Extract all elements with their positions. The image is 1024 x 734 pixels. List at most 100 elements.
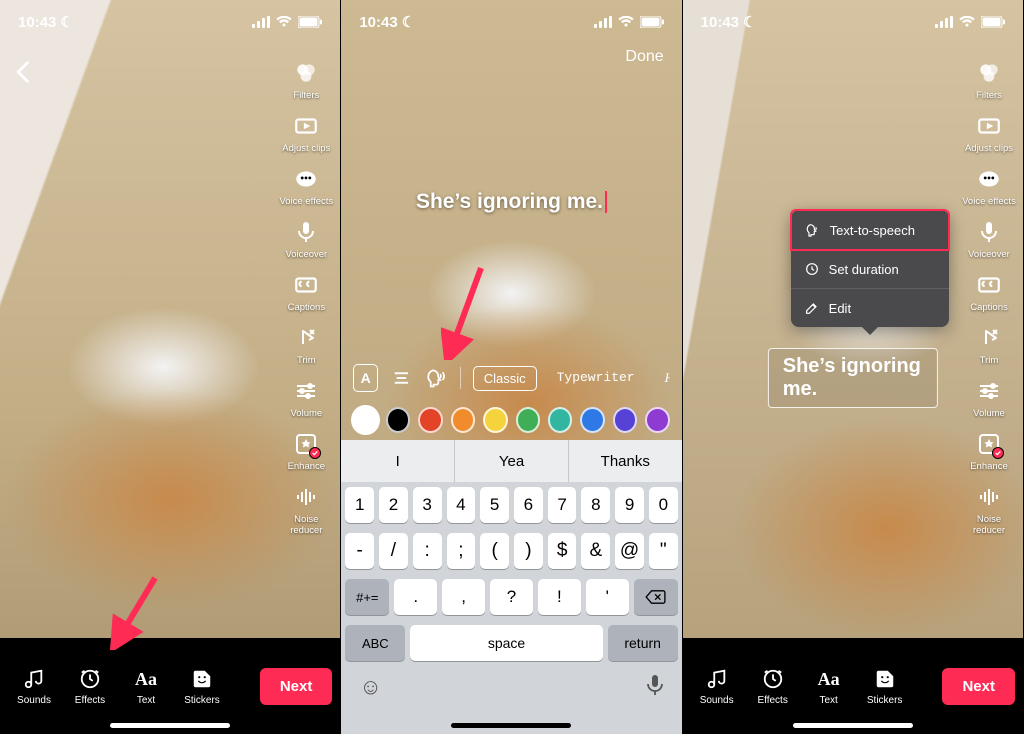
wifi-icon (959, 16, 975, 28)
dictation-key[interactable] (646, 674, 664, 701)
font-chip-handwriting[interactable]: Han (655, 366, 670, 391)
captions-icon (974, 270, 1004, 300)
text-button[interactable]: Aa Text (803, 666, 855, 706)
key[interactable]: ; (447, 533, 476, 569)
enhance-icon (291, 429, 321, 459)
suggestion[interactable]: Yea (455, 440, 569, 482)
key[interactable]: ' (586, 579, 629, 615)
key[interactable]: 0 (649, 487, 678, 523)
menu-edit[interactable]: Edit (791, 289, 949, 327)
color-swatch[interactable] (386, 407, 410, 433)
menu-set-duration[interactable]: Set duration (791, 250, 949, 289)
color-swatch[interactable] (516, 407, 540, 433)
emoji-key[interactable]: ☺ (359, 674, 381, 701)
key[interactable]: 2 (379, 487, 408, 523)
home-indicator[interactable] (451, 723, 571, 728)
key[interactable]: 8 (581, 487, 610, 523)
sounds-button[interactable]: Sounds (8, 666, 60, 706)
back-button[interactable] (10, 58, 38, 86)
key[interactable]: ( (480, 533, 509, 569)
key[interactable]: 6 (514, 487, 543, 523)
key[interactable]: 1 (345, 487, 374, 523)
stickers-button[interactable]: Stickers (176, 666, 228, 706)
adjust-clips-icon (291, 111, 321, 141)
battery-icon (981, 16, 1005, 28)
key[interactable]: 9 (615, 487, 644, 523)
color-swatch[interactable] (580, 407, 604, 433)
font-chip-classic[interactable]: Classic (473, 366, 537, 391)
text-overlay-selected[interactable]: She’s ignoring me. (768, 348, 938, 408)
adjust-clips-tool[interactable]: Adjust clips (278, 111, 334, 154)
noise-reducer-tool[interactable]: Noise reducer (961, 482, 1017, 536)
key[interactable]: ? (490, 579, 533, 615)
filters-tool[interactable]: Filters (278, 58, 334, 101)
bottom-toolbar: Sounds Effects Aa Text Stickers Next (683, 638, 1023, 734)
align-icon[interactable] (390, 365, 413, 391)
key[interactable]: 7 (548, 487, 577, 523)
key-numshift[interactable]: #+= (345, 579, 389, 615)
key-abc[interactable]: ABC (345, 625, 405, 661)
next-button[interactable]: Next (942, 668, 1015, 705)
text-button[interactable]: Aa Text (120, 666, 172, 706)
color-swatch[interactable] (548, 407, 572, 433)
color-swatch[interactable] (353, 407, 377, 433)
volume-tool[interactable]: Volume (278, 376, 334, 419)
menu-label: Edit (829, 301, 851, 316)
adjust-clips-tool[interactable]: Adjust clips (961, 111, 1017, 154)
key[interactable]: - (345, 533, 374, 569)
suggestion[interactable]: I (341, 440, 455, 482)
tts-head-icon[interactable] (425, 365, 448, 391)
effects-button[interactable]: Effects (747, 666, 799, 706)
home-indicator[interactable] (110, 723, 230, 728)
filters-tool[interactable]: Filters (961, 58, 1017, 101)
color-swatch[interactable] (645, 407, 669, 433)
key[interactable]: 4 (447, 487, 476, 523)
voice-effects-tool[interactable]: Voice effects (961, 164, 1017, 207)
noise-reducer-tool[interactable]: Noise reducer (278, 482, 334, 536)
trim-tool[interactable]: Trim (961, 323, 1017, 366)
volume-tool[interactable]: Volume (961, 376, 1017, 419)
key[interactable]: 5 (480, 487, 509, 523)
keyboard-row-space: ABC space return (341, 620, 681, 666)
key[interactable]: @ (615, 533, 644, 569)
key[interactable]: : (413, 533, 442, 569)
key[interactable]: ! (538, 579, 581, 615)
key[interactable]: ) (514, 533, 543, 569)
key[interactable]: / (379, 533, 408, 569)
key[interactable]: , (442, 579, 485, 615)
key-space[interactable]: space (410, 625, 602, 661)
key[interactable]: . (394, 579, 437, 615)
font-chip-typewriter[interactable]: Typewriter (547, 366, 645, 391)
stickers-button[interactable]: Stickers (859, 666, 911, 706)
voiceover-tool[interactable]: Voiceover (278, 217, 334, 260)
key-backspace[interactable] (634, 579, 678, 615)
menu-text-to-speech[interactable]: Text-to-speech (790, 209, 950, 251)
text-input-overlay[interactable]: She’s ignoring me. (341, 190, 681, 214)
bottom-toolbar: Sounds Effects Aa Text Stickers Next (0, 638, 340, 734)
enhance-tool[interactable]: Enhance (961, 429, 1017, 472)
status-time: 10:43 (18, 14, 56, 31)
color-swatch[interactable] (483, 407, 507, 433)
text-entry-screen: 10:43 ☾ Done She’s ignoring me. A Classi… (341, 0, 682, 734)
key[interactable]: " (649, 533, 678, 569)
key[interactable]: 3 (413, 487, 442, 523)
enhance-tool[interactable]: Enhance (278, 429, 334, 472)
key-return[interactable]: return (608, 625, 678, 661)
sounds-button[interactable]: Sounds (691, 666, 743, 706)
color-swatch[interactable] (451, 407, 475, 433)
key[interactable]: $ (548, 533, 577, 569)
suggestion[interactable]: Thanks (569, 440, 682, 482)
voice-effects-tool[interactable]: Voice effects (278, 164, 334, 207)
color-swatch[interactable] (418, 407, 442, 433)
effects-button[interactable]: Effects (64, 666, 116, 706)
color-swatch[interactable] (613, 407, 637, 433)
home-indicator[interactable] (793, 723, 913, 728)
next-button[interactable]: Next (260, 668, 333, 705)
voiceover-tool[interactable]: Voiceover (961, 217, 1017, 260)
captions-tool[interactable]: Captions (961, 270, 1017, 313)
captions-tool[interactable]: Captions (278, 270, 334, 313)
trim-tool[interactable]: Trim (278, 323, 334, 366)
done-button[interactable]: Done (625, 48, 663, 66)
key[interactable]: & (581, 533, 610, 569)
text-style-toggle[interactable]: A (353, 364, 378, 392)
